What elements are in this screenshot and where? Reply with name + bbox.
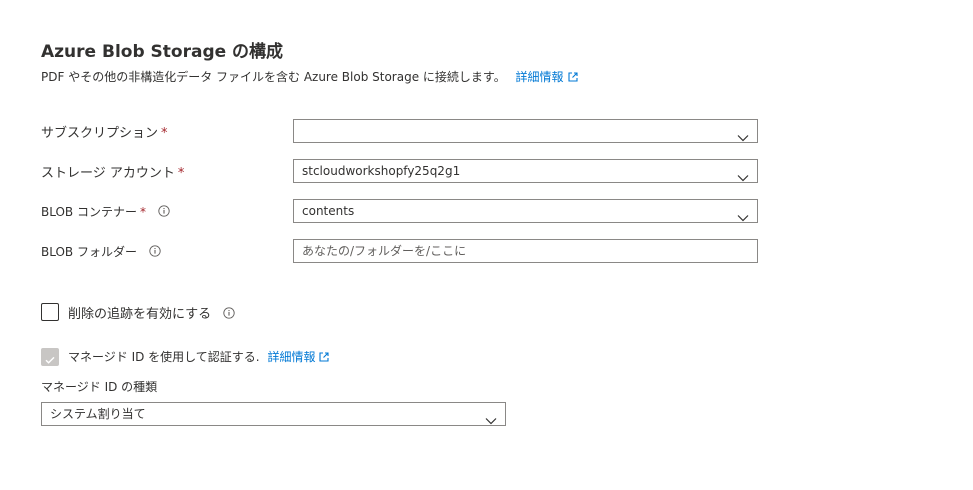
blob-container-dropdown[interactable]: contents <box>293 199 758 223</box>
blob-container-label-text: BLOB コンテナー <box>41 205 137 219</box>
storage-account-label-text: ストレージ アカウント <box>41 166 175 181</box>
info-icon[interactable] <box>223 306 235 323</box>
learn-more-label: 詳細情報 <box>267 350 316 364</box>
page-title: Azure Blob Storage の構成 <box>41 42 284 62</box>
managed-identity-learn-more-link[interactable]: 詳細情報 <box>267 350 330 365</box>
learn-more-label: 詳細情報 <box>515 70 564 84</box>
info-icon[interactable] <box>149 245 161 260</box>
blob-folder-label-text: BLOB フォルダー <box>41 245 137 259</box>
managed-identity-label: マネージド ID を使用して認証する. 詳細情報 <box>68 348 330 365</box>
chevron-down-icon <box>737 167 749 189</box>
storage-account-value: stcloudworkshopfy25q2g1 <box>302 164 461 178</box>
deletion-tracking-label: 削除の追跡を有効にする <box>68 303 235 323</box>
page-description: PDF やその他の非構造化データ ファイルを含む Azure Blob Stor… <box>41 68 578 85</box>
external-link-icon <box>568 71 578 85</box>
subscription-label: サブスクリプション * <box>41 122 168 141</box>
checkmark-icon <box>44 351 56 370</box>
deletion-tracking-checkbox[interactable] <box>41 303 59 321</box>
storage-account-dropdown[interactable]: stcloudworkshopfy25q2g1 <box>293 159 758 183</box>
managed-identity-checkbox[interactable] <box>41 348 59 366</box>
chevron-down-icon <box>737 127 749 149</box>
info-icon[interactable] <box>158 205 170 220</box>
external-link-icon <box>319 351 330 365</box>
learn-more-link[interactable]: 詳細情報 <box>516 70 578 84</box>
chevron-down-icon <box>737 207 749 229</box>
blob-container-value: contents <box>302 204 355 218</box>
subscription-label-text: サブスクリプション <box>41 126 159 141</box>
description-text: PDF やその他の非構造化データ ファイルを含む Azure Blob Stor… <box>41 70 506 84</box>
subscription-dropdown[interactable] <box>293 119 758 143</box>
blob-folder-input[interactable] <box>293 239 758 263</box>
managed-identity-type-label: マネージド ID の種類 <box>41 380 158 394</box>
blob-folder-label: BLOB フォルダー <box>41 243 161 260</box>
blob-container-label: BLOB コンテナー * <box>41 203 170 220</box>
deletion-tracking-label-text: 削除の追跡を有効にする <box>68 307 212 322</box>
chevron-down-icon <box>485 410 497 432</box>
managed-identity-label-text: マネージド ID を使用して認証する. <box>68 350 260 364</box>
required-marker: * <box>139 205 146 219</box>
managed-identity-type-value: システム割り当て <box>50 407 146 421</box>
managed-identity-type-dropdown[interactable]: システム割り当て <box>41 402 506 426</box>
required-marker: * <box>177 166 185 181</box>
required-marker: * <box>161 126 168 141</box>
storage-account-label: ストレージ アカウント * <box>41 162 184 181</box>
